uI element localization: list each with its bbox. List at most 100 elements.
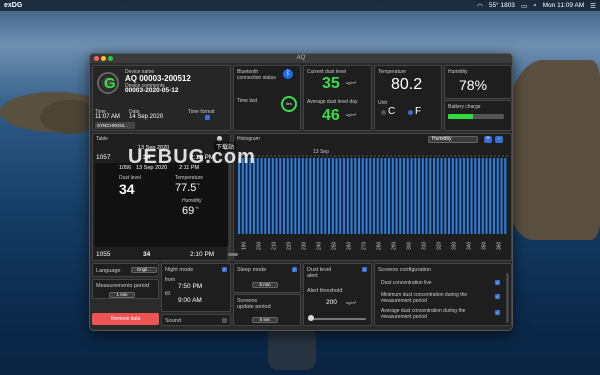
histogram-bar (496, 158, 499, 234)
close-button[interactable] (94, 56, 99, 61)
histogram-bar (365, 158, 368, 234)
histogram-bar (451, 158, 454, 234)
average-dust-label: Average dust level day (307, 99, 358, 105)
menubar-status-items: ◠ 55° 1803 ▭ ⌕ Mon 11:09 AM ☰ (477, 2, 596, 10)
watermark-cn: 下载站 (214, 142, 237, 151)
time-format-dropdown[interactable] (205, 115, 210, 120)
battery-panel: Battery charge (444, 100, 512, 131)
unit-c-radio[interactable] (381, 110, 386, 115)
histogram-tick-label: 320 (437, 241, 443, 250)
update-period-select[interactable]: 5 sec (252, 317, 278, 323)
histogram-bar (436, 158, 439, 234)
selected-table-row[interactable]: 1056 13 Sep 2020 2:11 PM Dust level 34 T… (95, 163, 228, 247)
histogram-bar (470, 158, 473, 234)
zoom-in-button[interactable]: + (484, 136, 492, 143)
histogram-bar (433, 158, 436, 234)
humidity-value: 78% (459, 77, 488, 93)
bluetooth-icon: ᛒ (283, 69, 293, 79)
language-select[interactable]: Engli... (131, 267, 157, 273)
list-icon[interactable]: ☰ (590, 2, 596, 10)
app-menu-name[interactable]: exDG (4, 2, 22, 9)
dust-alert-checkbox[interactable]: ✓ (362, 267, 367, 272)
histogram-bar (380, 158, 383, 234)
histogram-bar (418, 158, 421, 234)
device-name[interactable]: AQ 00003-200512 (125, 74, 191, 83)
night-from-time[interactable]: 7:50 PM (178, 283, 202, 290)
histogram-bar (361, 158, 364, 234)
battery-bar (448, 114, 504, 119)
histogram-bar (489, 158, 492, 234)
screens-item-checkbox[interactable]: ✓ (495, 294, 500, 299)
histogram-bar (283, 158, 286, 234)
device-comments[interactable]: 00003-2020-05-12 (125, 87, 179, 94)
search-icon[interactable]: ⌕ (533, 2, 537, 10)
histogram-bar (305, 158, 308, 234)
histogram-bar (290, 158, 293, 234)
histogram-bar (279, 158, 282, 234)
alert-threshold-knob[interactable] (308, 315, 314, 321)
maximize-button[interactable] (108, 56, 113, 61)
battery-icon[interactable]: ▭ (521, 2, 527, 10)
histogram-tick-label: 190 (242, 241, 248, 250)
histogram-title: Histogram (237, 136, 260, 142)
synchronize-button[interactable]: SYNCHRONI... (95, 122, 135, 129)
histogram-bar (264, 158, 267, 234)
histogram-bar (440, 158, 443, 234)
unit-c-label: C (388, 106, 396, 117)
histogram-bar (500, 158, 503, 234)
minimize-button[interactable] (101, 56, 106, 61)
histogram-bar (350, 158, 353, 234)
histogram-bar (298, 158, 301, 234)
split-handle[interactable] (228, 253, 238, 256)
screens-config-panel: Screens configuration Dust concentration… (374, 263, 512, 326)
export-icon[interactable]: ⤓ (217, 136, 222, 141)
time-format-label: Time format (188, 109, 215, 115)
row-id: 1057 (96, 154, 111, 161)
alert-threshold-value[interactable]: 200 (326, 299, 337, 306)
wifi-icon[interactable]: ◠ (477, 2, 483, 10)
histogram-bar (253, 158, 256, 234)
dust-unit: ug/m³ (346, 112, 357, 117)
selected-temp-unit: °F (196, 182, 201, 187)
sound-checkbox[interactable] (222, 318, 227, 323)
histogram-metric-select[interactable]: Humidity (428, 136, 478, 143)
zoom-out-button[interactable]: - (495, 136, 503, 143)
histogram-bar (316, 158, 319, 234)
alert-threshold-slider[interactable] (308, 318, 366, 320)
histogram-tick-label: 340 (467, 241, 473, 250)
histogram-bar (260, 158, 263, 234)
histogram-bar (448, 158, 451, 234)
clock[interactable]: Mon 11:09 AM (543, 2, 584, 9)
histogram-tick-label: 350 (482, 241, 488, 250)
language-panel: Language Engli... (92, 263, 159, 277)
histogram-tick-label: 250 (332, 241, 338, 250)
histogram-tick-label: 310 (422, 241, 428, 250)
screens-item-checkbox[interactable]: ✓ (495, 310, 500, 315)
histogram-bar (391, 158, 394, 234)
screens-item-checkbox[interactable]: ✓ (495, 280, 500, 285)
language-label: Language (96, 268, 121, 274)
unit-f-radio[interactable] (408, 110, 413, 115)
night-mode-checkbox[interactable]: ✓ (222, 267, 227, 272)
histogram-bar (271, 158, 274, 234)
measurement-period-select[interactable]: 1 min (109, 292, 135, 298)
screens-config-scrollbar[interactable] (506, 273, 509, 323)
temperature-panel: Temperature 80.2 Unit C F (374, 65, 442, 131)
histogram-bar (395, 158, 398, 234)
dust-alert-label: Dust level alert (307, 267, 332, 279)
battery-label: Battery charge (448, 104, 481, 110)
wallpaper-cliff (505, 60, 600, 240)
sleep-mode-select[interactable]: 5 min (252, 282, 278, 288)
measurement-panel: Measurements period 1 min (92, 279, 159, 299)
remove-data-button[interactable]: Remove data (92, 313, 159, 325)
night-till-time[interactable]: 9:00 AM (178, 297, 202, 304)
histogram-bar (474, 158, 477, 234)
histogram-bar (358, 158, 361, 234)
menubar-weather[interactable]: 55° 1803 (489, 2, 515, 9)
histogram-chart[interactable]: 13 Sep 190 200 210 220 230 240 250 260 270 280 290 3… (238, 146, 508, 258)
sleep-mode-checkbox[interactable]: ✓ (292, 267, 297, 272)
watermark-text: UEBUG.com (128, 146, 256, 168)
connection-timer-ring: 6m (281, 96, 297, 112)
selected-dust-value: 34 (119, 181, 135, 197)
screens-item: Average dust concentration during the me… (381, 308, 466, 320)
